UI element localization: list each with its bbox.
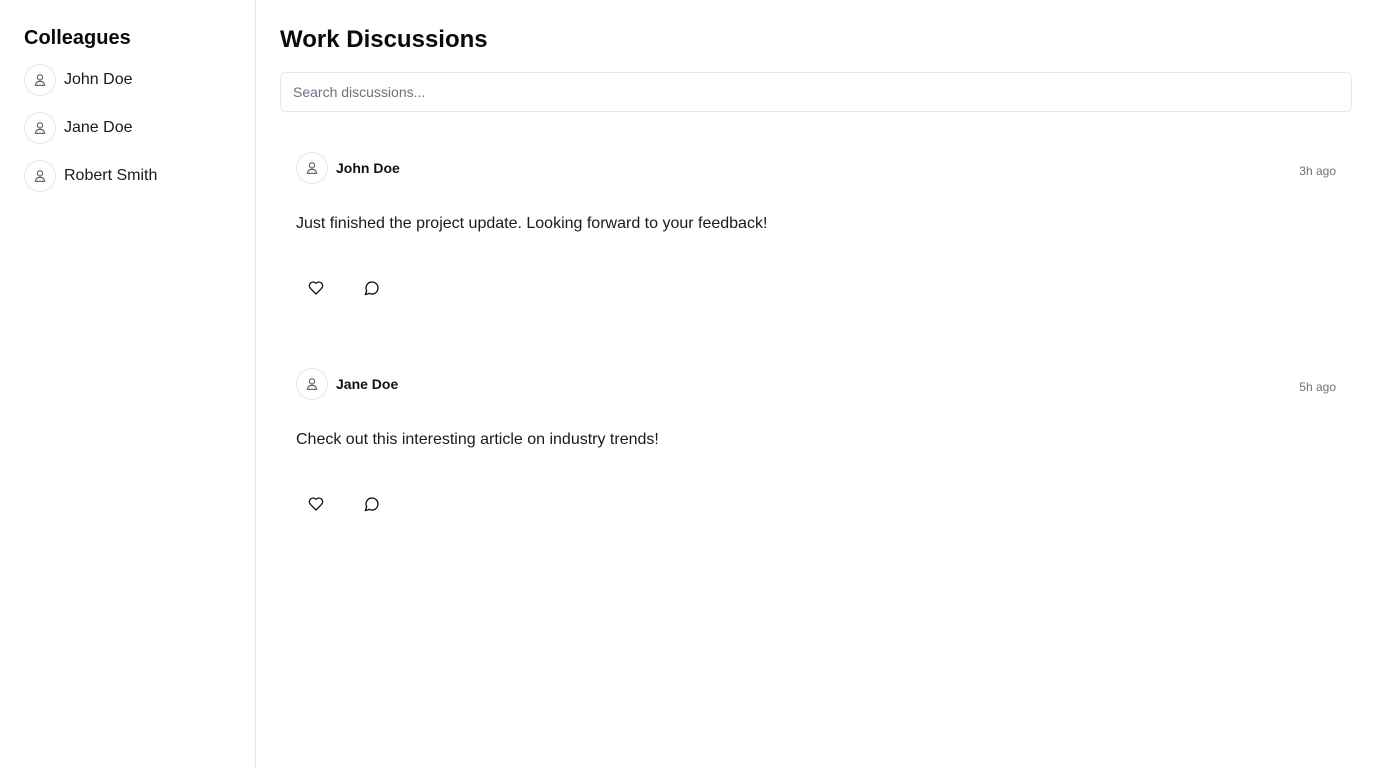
post-actions: [296, 268, 1336, 308]
avatar: [24, 64, 56, 96]
user-icon: [34, 170, 46, 182]
avatar: [296, 152, 328, 184]
like-button[interactable]: [296, 268, 336, 308]
heart-icon: [308, 497, 324, 511]
search-input[interactable]: [280, 72, 1352, 112]
post-timestamp: 3h ago: [1299, 164, 1336, 178]
comment-button[interactable]: [352, 268, 392, 308]
user-icon: [34, 122, 46, 134]
app-root: Colleagues John Doe Jane Doe Robert Smit…: [0, 0, 1376, 768]
sidebar: Colleagues John Doe Jane Doe Robert Smit…: [0, 0, 256, 768]
post-list: John Doe 3h ago Just finished the projec…: [280, 136, 1352, 568]
heart-icon: [308, 281, 324, 295]
page-title: Work Discussions: [280, 26, 488, 53]
colleague-item-john-doe[interactable]: John Doe: [24, 64, 231, 96]
post-actions: [296, 484, 1336, 524]
colleague-name: John Doe: [64, 71, 133, 88]
post-card: John Doe 3h ago Just finished the projec…: [280, 136, 1352, 352]
colleague-name: Jane Doe: [64, 119, 133, 136]
post-header: John Doe 3h ago: [296, 152, 1336, 184]
post-author: Jane Doe: [336, 376, 399, 392]
user-icon: [306, 162, 318, 174]
main-content: Work Discussions John Doe 3h ago: [256, 0, 1376, 768]
like-button[interactable]: [296, 484, 336, 524]
avatar: [24, 160, 56, 192]
post-author-block: Jane Doe: [296, 368, 398, 400]
colleague-item-jane-doe[interactable]: Jane Doe: [24, 112, 231, 144]
avatar: [24, 112, 56, 144]
comment-icon: [364, 497, 379, 512]
user-icon: [34, 74, 46, 86]
colleague-name: Robert Smith: [64, 167, 158, 184]
post-body: Check out this interesting article on in…: [296, 431, 659, 448]
post-author: John Doe: [336, 160, 400, 176]
sidebar-title: Colleagues: [24, 27, 131, 49]
comment-icon: [364, 281, 379, 296]
post-timestamp: 5h ago: [1299, 380, 1336, 394]
post-card: Jane Doe 5h ago Check out this interesti…: [280, 352, 1352, 568]
post-header: Jane Doe 5h ago: [296, 368, 1336, 400]
colleague-item-robert-smith[interactable]: Robert Smith: [24, 160, 231, 192]
user-icon: [306, 378, 318, 390]
avatar: [296, 368, 328, 400]
post-body: Just finished the project update. Lookin…: [296, 215, 768, 232]
post-author-block: John Doe: [296, 152, 400, 184]
comment-button[interactable]: [352, 484, 392, 524]
